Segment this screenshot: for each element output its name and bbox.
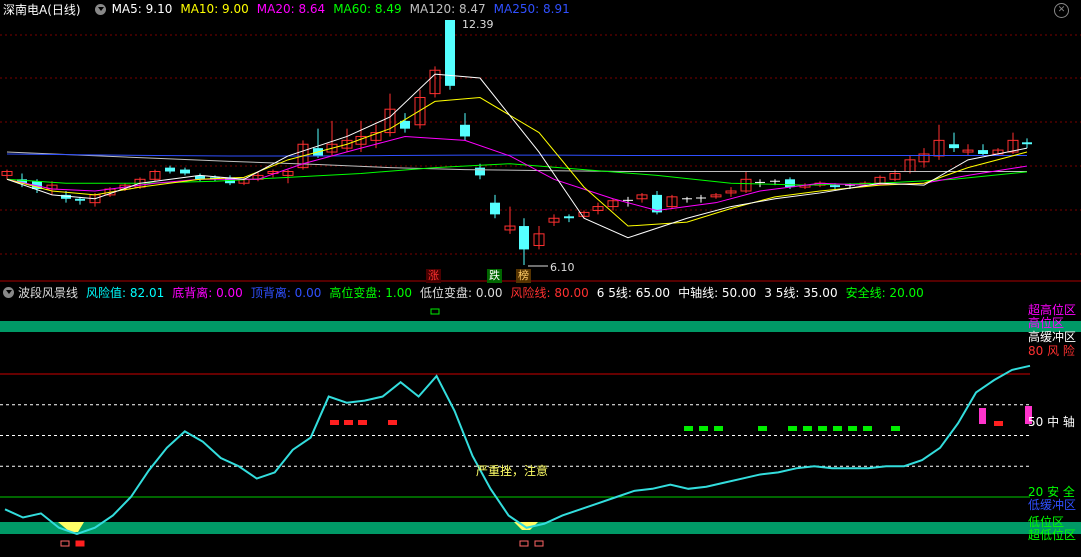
reversal-marker bbox=[684, 426, 693, 431]
top-divergence: 顶背离: 0.00 bbox=[250, 285, 322, 300]
reversal-marker bbox=[863, 426, 872, 431]
candle-body bbox=[490, 202, 500, 215]
reversal-marker bbox=[714, 426, 723, 431]
zone-risk-80: 80 风 险 bbox=[1028, 344, 1075, 358]
risk-marker bbox=[994, 421, 1003, 426]
reversal-marker bbox=[891, 426, 900, 431]
candle-body bbox=[180, 169, 190, 174]
risk-marker bbox=[358, 420, 367, 425]
candle-body bbox=[460, 124, 470, 137]
bottom-divergence: 底背离: 0.00 bbox=[172, 285, 243, 300]
line35-value: 3 5线: 35.00 bbox=[764, 285, 838, 300]
zone-mid-50: 50 中 轴 bbox=[1028, 415, 1075, 429]
indicator-header: 波段风景线 风险值: 82.01 底背离: 0.00 顶背离: 0.00 高位变… bbox=[0, 283, 932, 301]
candle-body bbox=[564, 216, 574, 219]
zone-super-low: 超低位区 bbox=[1028, 528, 1077, 542]
high-price-label: 12.39 bbox=[462, 18, 494, 31]
warning-annotation: 严重挫，注意 bbox=[476, 464, 549, 478]
risk-value: 风险值: 82.01 bbox=[86, 285, 165, 300]
low-reversal: 低位变盘: 0.00 bbox=[419, 285, 503, 300]
limit-up-tag[interactable]: 涨 bbox=[426, 269, 441, 283]
reversal-marker bbox=[833, 426, 842, 431]
reversal-marker bbox=[788, 426, 797, 431]
indicator-name: 波段风景线 bbox=[18, 285, 79, 300]
candle-body bbox=[519, 226, 529, 250]
ma250-line bbox=[6, 153, 1027, 157]
ma10-line bbox=[6, 96, 1028, 227]
candle-body bbox=[475, 167, 485, 176]
midline-value: 中轴线: 50.00 bbox=[678, 285, 757, 300]
high-band bbox=[0, 321, 1081, 332]
reversal-marker bbox=[818, 426, 827, 431]
candle-body bbox=[949, 144, 959, 149]
reversal-marker bbox=[758, 426, 767, 431]
leaderboard-tag[interactable]: 榜 bbox=[516, 269, 531, 283]
risk-marker bbox=[330, 420, 339, 425]
bottom-marker bbox=[60, 540, 70, 547]
risk-marker bbox=[388, 420, 397, 425]
line65-value: 6 5线: 65.00 bbox=[596, 285, 671, 300]
candle-body bbox=[978, 150, 988, 154]
risk-line-value: 风险线: 80.00 bbox=[510, 285, 589, 300]
safe-line-value: 安全线: 20.00 bbox=[845, 285, 924, 300]
candle-body bbox=[1022, 142, 1032, 145]
risk-value-line bbox=[4, 364, 1031, 535]
reversal-marker bbox=[848, 426, 857, 431]
limit-down-tag[interactable]: 跌 bbox=[487, 269, 502, 283]
reversal-marker bbox=[699, 426, 708, 431]
dropdown-icon[interactable] bbox=[3, 286, 14, 298]
bottom-marker bbox=[75, 540, 85, 547]
candle-body bbox=[75, 198, 85, 201]
candle-body bbox=[785, 179, 795, 188]
bottom-marker bbox=[534, 540, 544, 547]
low-price-label: 6.10 bbox=[550, 261, 575, 274]
high-reversal: 高位变盘: 1.00 bbox=[329, 285, 412, 300]
candle-body bbox=[165, 167, 175, 172]
top-marker bbox=[430, 308, 440, 315]
divergence-spike bbox=[979, 408, 986, 424]
risk-marker bbox=[344, 420, 353, 425]
reversal-marker bbox=[803, 426, 812, 431]
bottom-marker bbox=[519, 540, 529, 547]
candle-body bbox=[830, 185, 840, 188]
zone-low-buffer: 低缓冲区 bbox=[1028, 498, 1077, 512]
